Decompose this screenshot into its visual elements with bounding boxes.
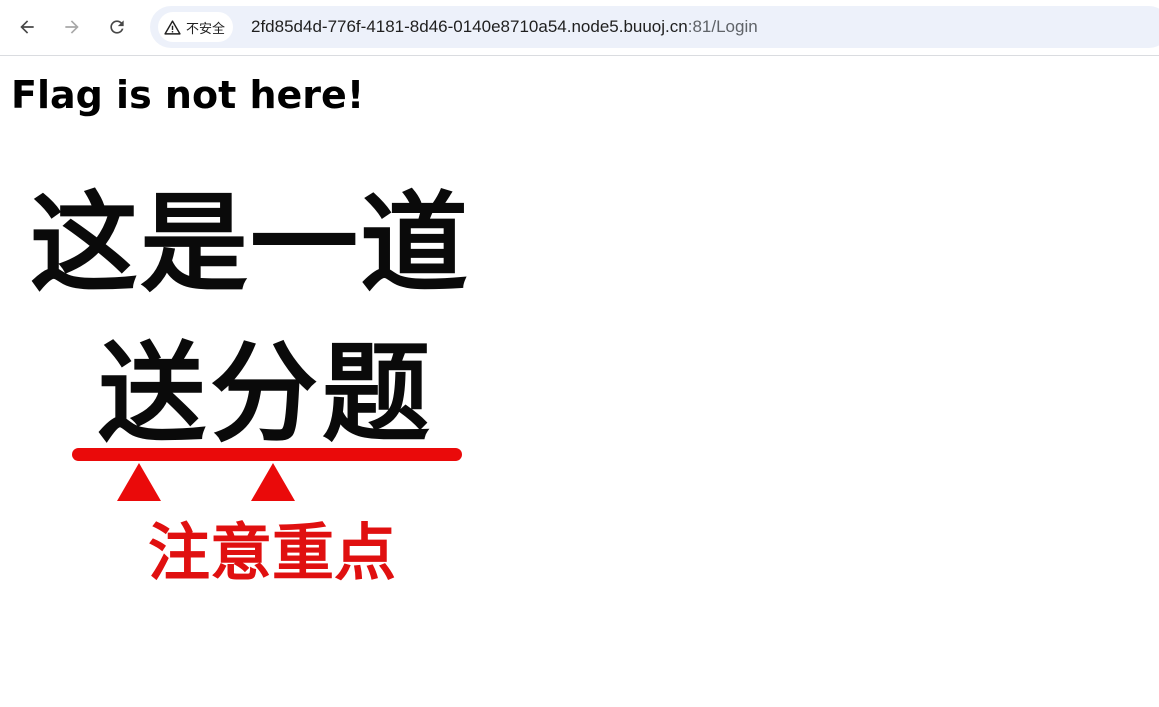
page-heading: Flag is not here! xyxy=(11,73,365,117)
meme-underline xyxy=(72,448,462,461)
url-path: :81/Login xyxy=(687,17,758,36)
meme-arrow-left xyxy=(117,463,161,501)
url-host: 2fd85d4d-776f-4181-8d46-0140e8710a54.nod… xyxy=(251,17,688,36)
warning-icon xyxy=(164,19,181,35)
security-label: 不安全 xyxy=(186,21,226,37)
meme-image: 这是一道 送分题 注意重点 xyxy=(20,185,520,595)
browser-toolbar: 不安全 2fd85d4d-776f-4181-8d46-0140e8710a54… xyxy=(0,0,1159,56)
meme-arrow-right xyxy=(251,463,295,501)
forward-button[interactable] xyxy=(55,10,89,44)
security-indicator[interactable]: 不安全 xyxy=(158,12,234,42)
forward-icon xyxy=(65,20,79,34)
page-content: Flag is not here! 这是一道 送分题 注意重点 xyxy=(0,57,1159,707)
reload-button[interactable] xyxy=(100,10,134,44)
reload-icon xyxy=(110,20,124,34)
url-text[interactable]: 2fd85d4d-776f-4181-8d46-0140e8710a54.nod… xyxy=(251,17,758,37)
meme-line-3: 注意重点 xyxy=(148,516,397,589)
meme-line-2: 送分题 xyxy=(98,332,435,457)
meme-line-1: 这是一道 xyxy=(30,182,471,307)
address-bar[interactable]: 不安全 2fd85d4d-776f-4181-8d46-0140e8710a54… xyxy=(150,6,1159,48)
back-button[interactable] xyxy=(10,10,44,44)
back-icon xyxy=(20,20,34,34)
